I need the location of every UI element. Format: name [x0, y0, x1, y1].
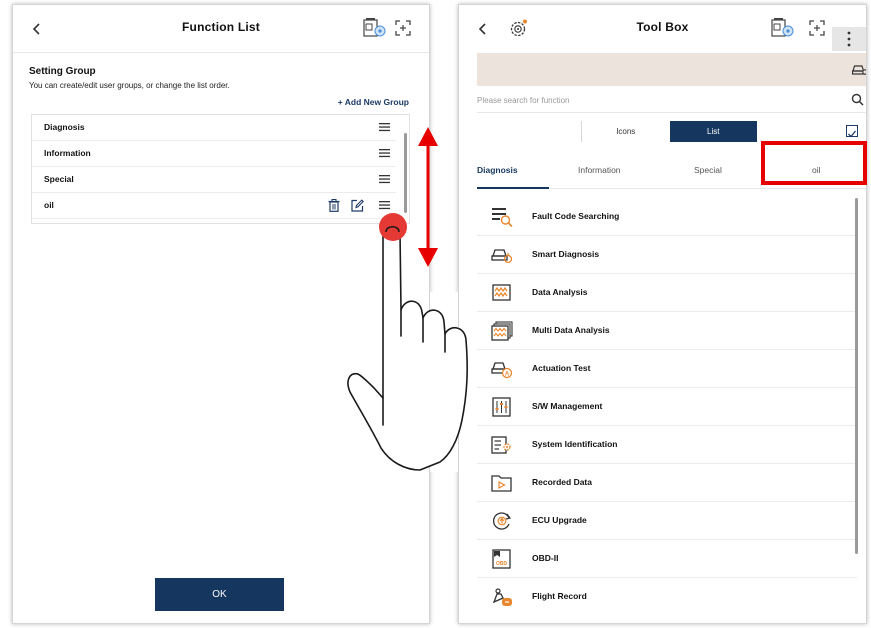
- group-row-special[interactable]: Special: [32, 167, 396, 193]
- tab-special[interactable]: Special: [694, 165, 722, 175]
- list-item[interactable]: Fault Code Searching: [477, 198, 857, 236]
- group-row-information[interactable]: Information: [32, 141, 396, 167]
- tool-box-panel: Tool Box Please search for function Icon…: [458, 4, 867, 624]
- setting-group-title: Setting Group: [29, 66, 96, 77]
- fullscreen-button[interactable]: [809, 20, 825, 36]
- more-vertical-icon: [847, 31, 851, 47]
- vci-icon: [363, 18, 386, 37]
- fault-code-icon: [492, 208, 513, 227]
- add-new-group-button[interactable]: + Add New Group: [338, 97, 409, 107]
- svg-text:A: A: [505, 372, 510, 378]
- drag-handle-icon[interactable]: [379, 148, 390, 158]
- recorded-data-icon: [491, 475, 512, 492]
- edit-icon[interactable]: [351, 199, 364, 212]
- list-item[interactable]: A Actuation Test: [477, 350, 857, 388]
- drag-handle-icon[interactable]: [379, 122, 390, 132]
- function-list-header: Function List: [13, 5, 429, 53]
- obd-icon: OBD: [492, 549, 511, 569]
- function-label: Smart Diagnosis: [532, 249, 600, 259]
- flight-record-icon: [492, 588, 512, 606]
- group-label: Diagnosis: [44, 122, 85, 132]
- fullscreen-icon: [809, 20, 825, 36]
- search-input[interactable]: [477, 91, 837, 109]
- setting-group-description: You can create/edit user groups, or chan…: [29, 81, 230, 90]
- group-row-oil[interactable]: oil: [32, 193, 396, 219]
- fullscreen-button[interactable]: [395, 20, 411, 36]
- check-icon: [848, 130, 857, 138]
- function-list-scrollbar[interactable]: [855, 198, 858, 554]
- function-label: Data Analysis: [532, 287, 588, 297]
- list-item[interactable]: Multi Data Analysis: [477, 312, 857, 350]
- actuation-test-icon: A: [491, 362, 513, 379]
- multi-data-icon: [491, 321, 513, 341]
- drag-handle-icon[interactable]: [379, 200, 390, 210]
- function-label: Actuation Test: [532, 363, 591, 373]
- svg-text:OBD: OBD: [496, 561, 508, 567]
- list-item[interactable]: Flight Record: [477, 578, 857, 616]
- list-item[interactable]: System Identification: [477, 426, 857, 464]
- vci-connection-button[interactable]: [769, 17, 795, 41]
- ok-button[interactable]: OK: [155, 578, 284, 611]
- page-title: Tool Box: [636, 20, 689, 34]
- function-label: System Identification: [532, 439, 618, 449]
- tab-diagnosis[interactable]: Diagnosis: [477, 165, 518, 175]
- search-icon[interactable]: [851, 93, 864, 106]
- drag-handle-icon[interactable]: [379, 174, 390, 184]
- function-label: Flight Record: [532, 591, 587, 601]
- list-item[interactable]: ECU Upgrade: [477, 502, 857, 540]
- group-label: Information: [44, 148, 91, 158]
- function-label: S/W Management: [532, 401, 603, 411]
- function-label: OBD-II: [532, 553, 559, 563]
- group-row-diagnosis[interactable]: Diagnosis: [32, 115, 396, 141]
- function-label: Multi Data Analysis: [532, 325, 610, 335]
- list-item[interactable]: Smart Diagnosis: [477, 236, 857, 274]
- car-search-icon[interactable]: [852, 62, 867, 76]
- tab-oil[interactable]: oil: [812, 165, 821, 175]
- list-item[interactable]: S/W Management: [477, 388, 857, 426]
- function-label: Recorded Data: [532, 477, 592, 487]
- list-item[interactable]: OBD OBD-II: [477, 540, 857, 578]
- view-list-option[interactable]: List: [669, 121, 757, 142]
- list-item[interactable]: Recorded Data: [477, 464, 857, 502]
- fullscreen-icon: [395, 20, 411, 36]
- view-icons-option[interactable]: Icons: [582, 121, 670, 142]
- active-tab-indicator: [477, 187, 549, 189]
- function-label: Fault Code Searching: [532, 211, 620, 221]
- group-label: oil: [44, 200, 54, 210]
- vci-icon: [771, 18, 794, 37]
- vehicle-banner: [477, 53, 867, 86]
- trash-icon[interactable]: [328, 199, 340, 212]
- group-list-scrollbar[interactable]: [404, 133, 407, 213]
- edit-list-checkbox[interactable]: [846, 125, 858, 138]
- function-search-bar: [477, 87, 866, 113]
- smart-diagnosis-icon: [491, 249, 513, 264]
- group-label: Special: [44, 174, 74, 184]
- ecu-upgrade-icon: [493, 512, 512, 530]
- list-item[interactable]: Data Analysis: [477, 274, 857, 312]
- system-id-icon: [491, 436, 511, 454]
- sw-management-icon: [492, 397, 511, 417]
- group-list: Diagnosis Information Special oil: [31, 114, 410, 224]
- data-analysis-icon: [492, 284, 511, 301]
- tab-information[interactable]: Information: [578, 165, 621, 175]
- view-mode-toggle: Icons List: [581, 121, 757, 142]
- category-tabs: Diagnosis Information Special oil: [477, 157, 866, 189]
- function-list-panel: Function List Setting Group You can crea…: [12, 4, 430, 624]
- more-menu-button[interactable]: [832, 27, 866, 51]
- function-label: ECU Upgrade: [532, 515, 587, 525]
- vci-connection-button[interactable]: [361, 17, 387, 41]
- tool-box-header: Tool Box: [459, 5, 866, 53]
